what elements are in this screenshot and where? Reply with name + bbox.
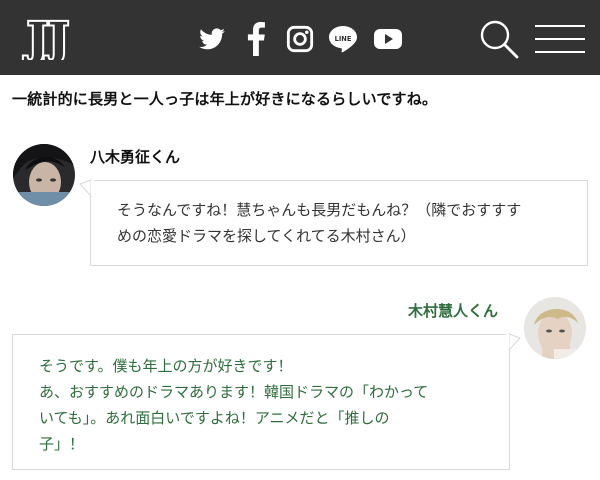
- message-line: めの恋愛ドラマを探してくれてる木村さん）: [117, 227, 416, 245]
- youtube-icon[interactable]: [373, 22, 403, 56]
- message-line: あ、おすすめのドラマあります！韓国ドラマの「わかって: [39, 383, 429, 401]
- speaker-name-kimura: 木村慧人くん: [408, 302, 499, 320]
- hamburger-menu-icon[interactable]: [534, 24, 586, 54]
- avatar-kimura: [524, 297, 586, 359]
- bubble-tail-right: [506, 333, 521, 352]
- speaker-name-yagi: 八木勇征くん: [90, 148, 181, 166]
- message-bubble-yagi: そうなんですね！慧ちゃんも長男だもんね？（隣でおすすす めの恋愛ドラマを探してく…: [90, 180, 588, 266]
- instagram-icon[interactable]: [286, 22, 314, 56]
- svg-text:JJ: JJ: [23, 14, 69, 60]
- message-line: そうなんですね！慧ちゃんも長男だもんね？（隣でおすすす: [117, 201, 522, 219]
- line-icon[interactable]: LINE: [328, 22, 358, 56]
- jj-logo[interactable]: JJ: [18, 14, 78, 60]
- search-icon[interactable]: [478, 18, 520, 60]
- intro-text: 一統計的に長男と一人っ子は年上が好きになるらしいですね。: [12, 90, 438, 108]
- message-line: いても」。あれ面白いですよね！アニメだと「推しの: [39, 409, 390, 427]
- message-line: 子」！: [39, 435, 85, 453]
- avatar-yagi: [13, 144, 75, 206]
- svg-text:LINE: LINE: [335, 35, 352, 43]
- site-header: JJ LINE: [0, 0, 600, 75]
- message-line: そうです。僕も年上の方が好きです！: [39, 357, 293, 375]
- message-bubble-kimura: そうです。僕も年上の方が好きです！ あ、おすすめのドラマあります！韓国ドラマの「…: [12, 334, 510, 470]
- twitter-icon[interactable]: [198, 22, 226, 56]
- bubble-tail-left: [79, 179, 94, 198]
- facebook-icon[interactable]: [246, 22, 266, 56]
